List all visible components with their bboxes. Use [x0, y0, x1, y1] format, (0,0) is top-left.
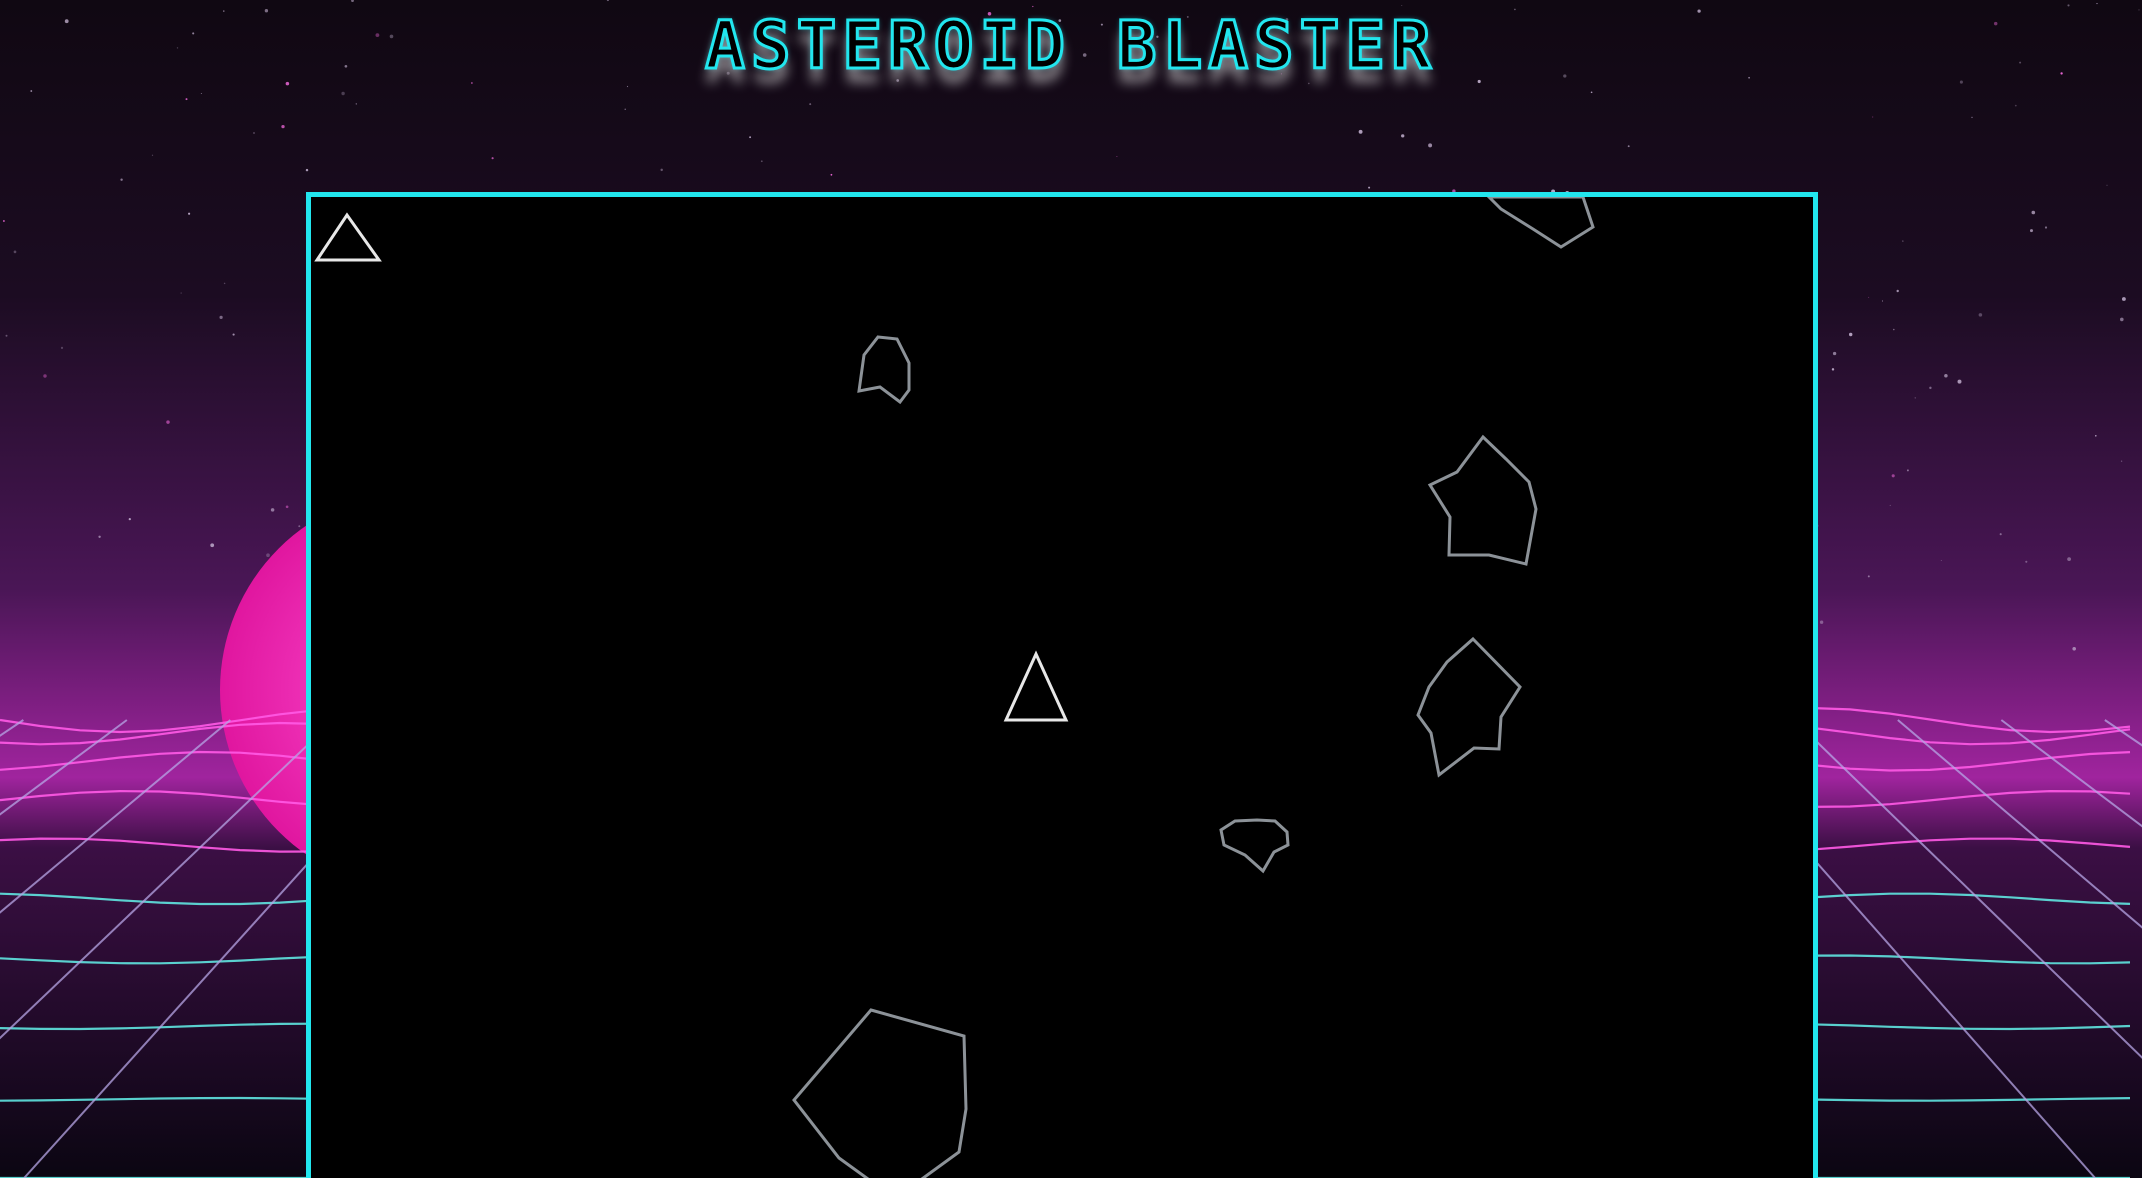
asteroid — [1416, 636, 1522, 778]
asteroid — [792, 1008, 968, 1178]
asteroid — [1219, 818, 1290, 874]
asteroid — [1486, 197, 1595, 249]
ship-life-icon — [314, 212, 382, 262]
triangle-ship-icon[interactable] — [1003, 650, 1069, 722]
asteroid — [1427, 434, 1538, 566]
game-title: ASTEROID BLASTER — [704, 6, 1437, 86]
asteroid — [857, 335, 911, 405]
game-page: ASTEROID BLASTER — [0, 0, 2142, 1178]
game-canvas[interactable] — [306, 192, 1818, 1178]
